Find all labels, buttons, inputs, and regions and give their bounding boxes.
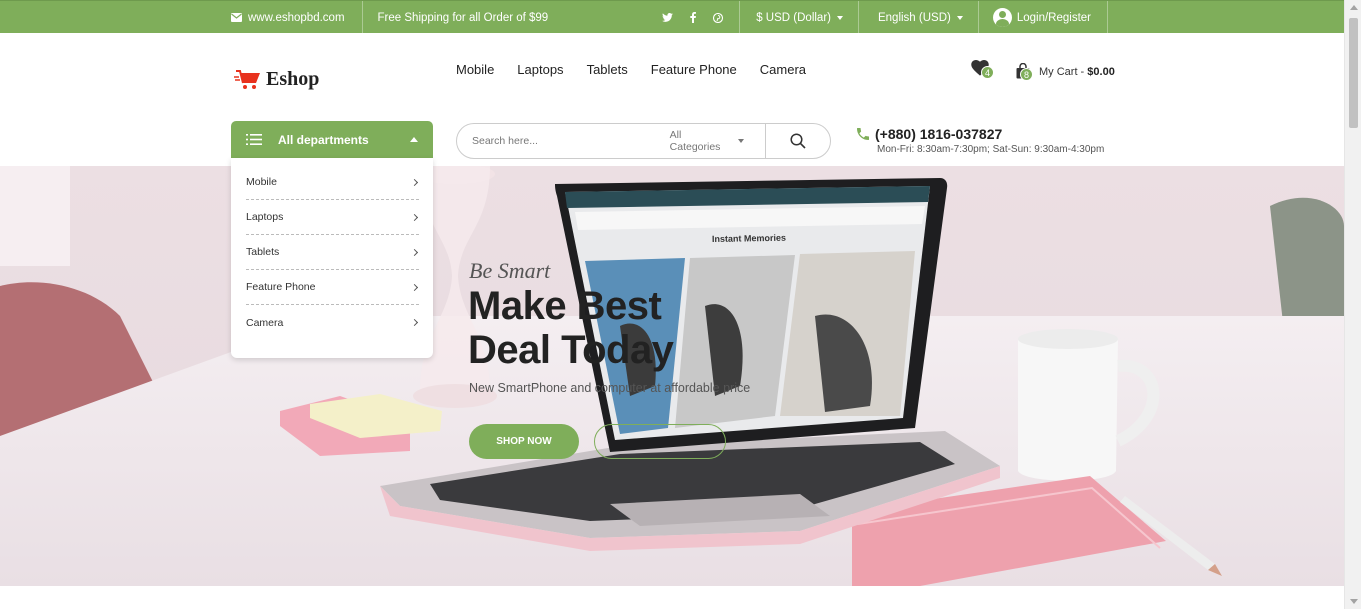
nav-item-tablets[interactable]: Tablets <box>587 62 628 77</box>
department-label: Feature Phone <box>246 281 316 293</box>
cart-count-badge: 8 <box>1020 68 1033 81</box>
currency-label: $ USD (Dollar) <box>756 11 831 24</box>
department-label: Tablets <box>246 246 280 258</box>
hero-background-image: Instant Memories <box>0 166 1344 586</box>
department-item-tablets[interactable]: Tablets <box>246 235 419 270</box>
main-nav: Mobile Laptops Tablets Feature Phone Cam… <box>456 62 806 77</box>
nav-item-mobile[interactable]: Mobile <box>456 62 494 77</box>
phone-icon <box>857 128 869 140</box>
caret-down-icon <box>956 15 963 20</box>
email-text: www.eshopbd.com <box>248 11 345 24</box>
divider <box>1107 1 1108 34</box>
email-link[interactable]: www.eshopbd.com <box>231 1 362 34</box>
all-departments-toggle[interactable]: All departments <box>231 121 433 158</box>
search-icon <box>790 133 806 149</box>
hero-subtitle: New SmartPhone and computer at affordabl… <box>469 381 751 395</box>
chevron-right-icon <box>410 248 419 256</box>
chevron-right-icon <box>410 178 419 186</box>
department-label: Laptops <box>246 211 284 223</box>
caret-up-icon <box>410 137 418 142</box>
shipping-notice: Free Shipping for all Order of $99 <box>363 1 549 34</box>
department-item-feature-phone[interactable]: Feature Phone <box>246 270 419 305</box>
departments-menu: Mobile Laptops Tablets Feature Phone Cam… <box>231 158 433 358</box>
department-label: Mobile <box>246 176 277 188</box>
search-category-label: All Categories <box>669 129 721 153</box>
login-register-link[interactable]: Login/Register <box>979 1 1107 34</box>
secondary-hero-button[interactable] <box>594 424 726 459</box>
caret-down-icon <box>836 15 843 20</box>
department-label: Camera <box>246 316 284 329</box>
login-label: Login/Register <box>1016 11 1091 24</box>
search-category-select[interactable]: All Categories <box>670 129 745 153</box>
scroll-up-arrow-icon[interactable] <box>1350 5 1358 10</box>
cart-button[interactable]: 8 My Cart - $0.00 <box>1015 60 1115 84</box>
search-button[interactable] <box>766 124 830 158</box>
chevron-right-icon <box>410 283 419 291</box>
department-item-camera[interactable]: Camera <box>246 305 419 340</box>
shop-now-button[interactable]: SHOP NOW <box>469 424 579 459</box>
hero-kicker: Be Smart <box>469 258 551 283</box>
top-bar: www.eshopbd.com Free Shipping for all Or… <box>0 0 1344 34</box>
nav-item-feature-phone[interactable]: Feature Phone <box>651 62 737 77</box>
cart-label: My Cart - $0.00 <box>1039 66 1115 78</box>
page-scrollbar[interactable] <box>1344 0 1361 609</box>
chevron-right-icon <box>410 213 419 221</box>
cart-logo-icon <box>234 69 260 89</box>
twitter-icon[interactable] <box>662 13 674 22</box>
hero-title: Make Best Deal Today <box>468 284 674 372</box>
wishlist-button[interactable]: 4 <box>971 60 997 82</box>
page-content-start <box>0 586 1344 609</box>
chevron-right-icon <box>410 318 419 327</box>
language-dropdown[interactable]: English (USD) <box>859 1 978 34</box>
envelope-icon <box>231 13 242 22</box>
contact-info: (+880) 1816-037827 Mon-Fri: 8:30am-7:30p… <box>855 126 1104 155</box>
site-logo[interactable]: Eshop <box>234 68 319 91</box>
nav-item-camera[interactable]: Camera <box>760 62 806 77</box>
language-label: English (USD) <box>877 11 951 24</box>
user-icon <box>992 8 1012 27</box>
departments-title: All departments <box>278 132 369 147</box>
search-bar: All Categories <box>456 123 831 159</box>
department-item-mobile[interactable]: Mobile <box>246 165 419 200</box>
pinterest-icon[interactable] <box>713 12 724 23</box>
shipping-text: Free Shipping for all Order of $99 <box>377 11 549 24</box>
currency-dropdown[interactable]: $ USD (Dollar) <box>740 1 858 34</box>
cart-label-text: My Cart - <box>1039 66 1088 78</box>
phone-number-row: (+880) 1816-037827 <box>855 126 1104 142</box>
search-input[interactable] <box>472 135 661 147</box>
store-hours: Mon-Fri: 8:30am-7:30pm; Sat-Sun: 9:30am-… <box>877 144 1105 155</box>
wishlist-count-badge: 4 <box>981 66 994 79</box>
cart-amount: $0.00 <box>1087 66 1115 78</box>
phone-number[interactable]: (+880) 1816-037827 <box>875 126 1002 142</box>
scrollbar-thumb[interactable] <box>1349 18 1358 128</box>
logo-text: Eshop <box>266 68 320 90</box>
scroll-down-arrow-icon[interactable] <box>1350 599 1358 604</box>
list-icon <box>246 134 262 145</box>
hero-banner: Instant Memories <box>0 166 1344 586</box>
laptop-screen-title: Instant Memories <box>712 233 786 244</box>
facebook-icon[interactable] <box>690 12 697 23</box>
department-item-laptops[interactable]: Laptops <box>246 200 419 235</box>
caret-down-icon <box>738 139 745 143</box>
social-links <box>662 12 739 23</box>
nav-item-laptops[interactable]: Laptops <box>517 62 563 77</box>
